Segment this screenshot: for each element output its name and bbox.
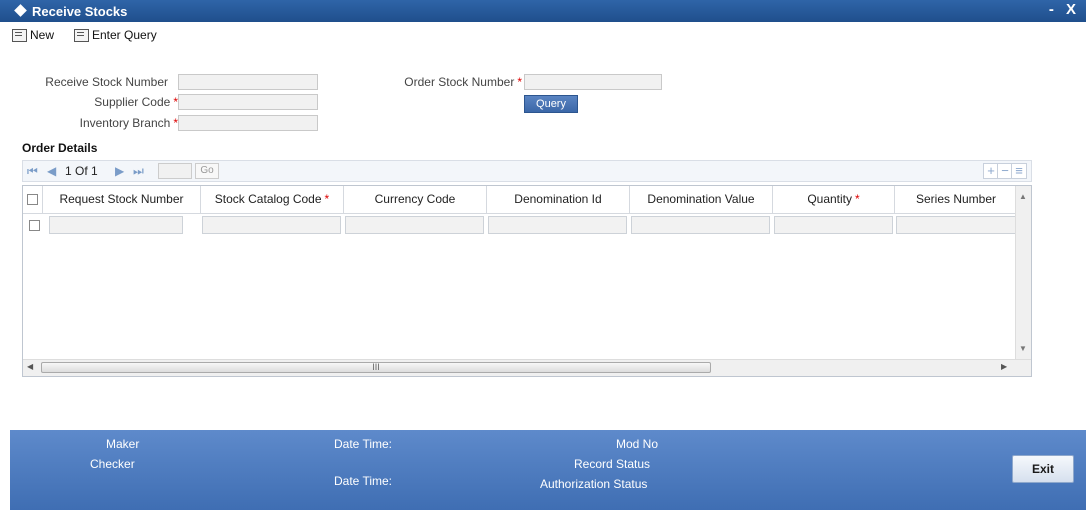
- scroll-up-icon[interactable]: ▲: [1019, 192, 1027, 201]
- single-view-icon[interactable]: ≡: [1011, 163, 1027, 179]
- checker-label: Checker: [90, 457, 135, 471]
- mod-no-label: Mod No: [616, 437, 659, 451]
- diamond-icon: [14, 4, 27, 17]
- receive-stock-number-input[interactable]: [178, 74, 318, 90]
- page-indicator: 1 Of 1: [65, 164, 98, 178]
- denomination-value-cell[interactable]: [631, 216, 770, 234]
- query-icon: [74, 28, 89, 42]
- receive-stock-number-label: Receive Stock Number: [45, 75, 168, 89]
- inventory-branch-label: Inventory Branch *: [79, 116, 178, 130]
- query-button[interactable]: Query: [524, 95, 578, 113]
- scroll-left-icon[interactable]: ◀: [27, 362, 33, 371]
- row-checkbox[interactable]: [29, 220, 40, 231]
- col-series-number: Series Number: [915, 192, 997, 206]
- col-denomination-value: Denomination Value: [630, 186, 773, 213]
- request-stock-number-cell[interactable]: [49, 216, 183, 234]
- maker-date-time-label: Date Time:: [334, 437, 393, 451]
- next-page-icon[interactable]: ▶: [115, 164, 124, 178]
- order-details-title: Order Details: [22, 141, 98, 155]
- supplier-code-input[interactable]: [178, 94, 318, 110]
- window-titlebar: Receive Stocks - X: [0, 0, 1086, 22]
- enter-query-label: Enter Query: [92, 28, 157, 42]
- last-page-icon[interactable]: ⏭: [133, 164, 144, 179]
- window-title: Receive Stocks: [32, 4, 128, 19]
- denomination-id-cell[interactable]: [488, 216, 627, 234]
- grid-header: Request Stock Number Stock Catalog Code *…: [23, 186, 1017, 214]
- new-button[interactable]: New: [12, 28, 54, 42]
- col-request-stock-number: Request Stock Number: [43, 186, 201, 213]
- order-stock-number-input[interactable]: [524, 74, 662, 90]
- order-details-grid: Request Stock Number Stock Catalog Code *…: [22, 185, 1032, 377]
- col-stock-catalog-code: Stock Catalog Code *: [201, 186, 344, 213]
- col-quantity: Quantity *: [773, 186, 895, 213]
- supplier-code-label: Supplier Code *: [94, 95, 178, 109]
- vertical-scrollbar[interactable]: ▲ ▼: [1015, 186, 1031, 360]
- horizontal-scrollbar[interactable]: ◀ III ▶: [23, 359, 1031, 376]
- col-currency-code: Currency Code: [344, 186, 487, 213]
- order-stock-number-label: Order Stock Number *: [404, 75, 522, 89]
- first-page-icon[interactable]: ⏮: [27, 164, 38, 179]
- enter-query-button[interactable]: Enter Query: [74, 28, 157, 42]
- pager: ⏮ ◀ 1 Of 1 ▶ ⏭ Go + − ≡: [22, 160, 1032, 182]
- go-button[interactable]: Go: [195, 163, 219, 179]
- page-number-input[interactable]: [158, 163, 192, 179]
- new-label: New: [30, 28, 55, 42]
- authorization-status-label: Authorization Status: [540, 477, 648, 491]
- scroll-down-icon[interactable]: ▼: [1019, 344, 1027, 353]
- maker-label: Maker: [106, 437, 140, 451]
- scroll-right-icon[interactable]: ▶: [1001, 362, 1007, 371]
- select-all-checkbox[interactable]: [27, 194, 38, 205]
- audit-footer: Maker Checker Date Time: Date Time: Mod …: [10, 430, 1086, 510]
- window-controls[interactable]: - X: [1049, 1, 1080, 18]
- currency-code-cell[interactable]: [345, 216, 484, 234]
- checker-date-time-label: Date Time:: [334, 474, 393, 488]
- series-number-cell[interactable]: [896, 216, 1016, 234]
- inventory-branch-input[interactable]: [178, 115, 318, 131]
- new-doc-icon: [12, 28, 27, 42]
- exit-button[interactable]: Exit: [1012, 455, 1074, 483]
- record-status-label: Record Status: [574, 457, 651, 471]
- col-denomination-id: Denomination Id: [487, 186, 630, 213]
- select-all-cell: [23, 186, 43, 213]
- scroll-thumb[interactable]: III: [41, 362, 711, 373]
- toolbar: New Enter Query: [0, 22, 1086, 48]
- quantity-cell[interactable]: [774, 216, 893, 234]
- prev-page-icon[interactable]: ◀: [47, 164, 56, 178]
- stock-catalog-code-cell[interactable]: [202, 216, 341, 234]
